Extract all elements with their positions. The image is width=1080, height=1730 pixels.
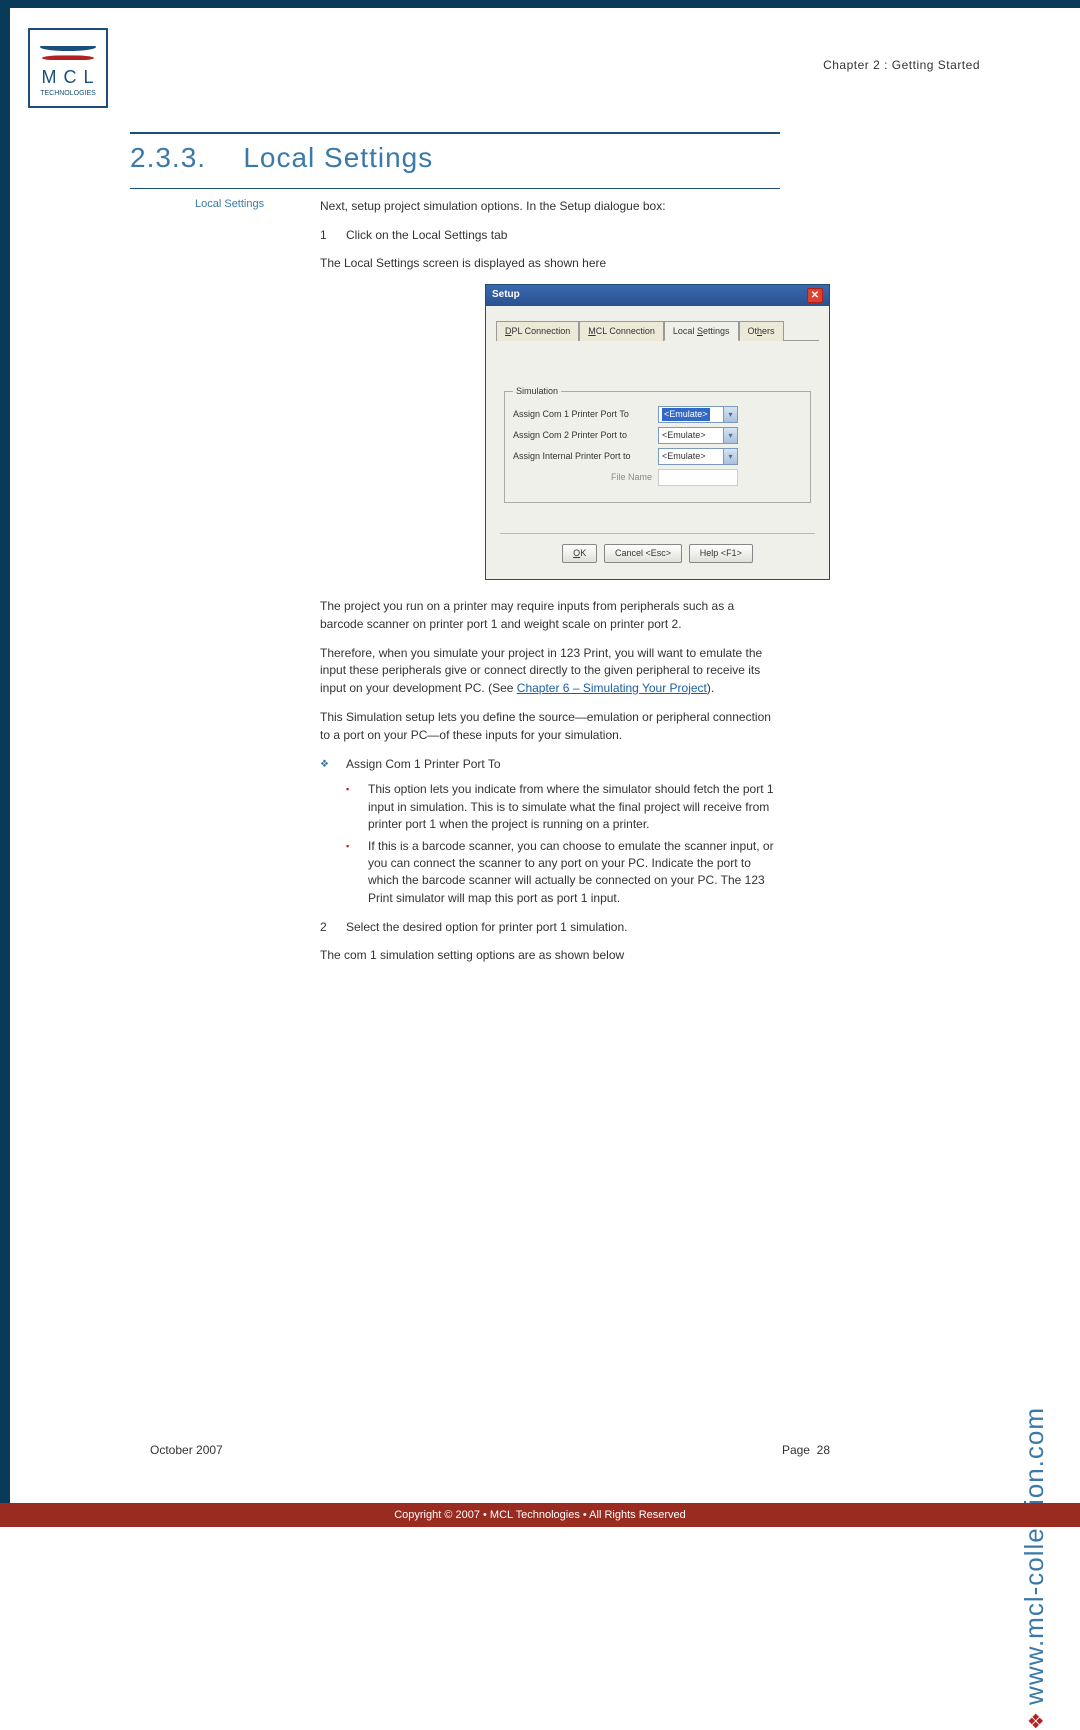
tab-dpl[interactable]: DPL Connection bbox=[496, 321, 579, 341]
content-body: Next, setup project simulation options. … bbox=[320, 198, 775, 976]
simulation-fieldset: Simulation Assign Com 1 Printer Port To … bbox=[504, 391, 811, 503]
bullet-com1-title: Assign Com 1 Printer Port To bbox=[346, 756, 501, 773]
filename-input[interactable] bbox=[658, 469, 738, 486]
para-3: This Simulation setup lets you define th… bbox=[320, 709, 775, 744]
setup-dialog-screenshot: Setup ✕ DPL Connection MCL Connection Lo… bbox=[485, 284, 830, 580]
step-1: 1 Click on the Local Settings tab bbox=[320, 227, 775, 244]
filename-label: File Name bbox=[513, 471, 658, 484]
com2-dropdown[interactable]: <Emulate> ▾ bbox=[658, 427, 738, 444]
left-stripe bbox=[0, 0, 10, 1527]
fieldset-legend: Simulation bbox=[513, 385, 561, 398]
com2-value: <Emulate> bbox=[662, 429, 706, 442]
top-stripe bbox=[0, 0, 1080, 8]
logo-swoosh bbox=[38, 39, 98, 67]
dialog-title: Setup bbox=[492, 288, 520, 303]
diamond-bullet-icon: ❖ bbox=[320, 756, 346, 773]
para-2: Therefore, when you simulate your projec… bbox=[320, 645, 775, 697]
step-2-number: 2 bbox=[320, 919, 346, 936]
help-button[interactable]: Help <F1> bbox=[689, 544, 753, 563]
sub-bullet-2-text: If this is a barcode scanner, you can ch… bbox=[368, 838, 775, 908]
chevron-down-icon: ▾ bbox=[723, 428, 737, 443]
intro-line-2: The Local Settings screen is displayed a… bbox=[320, 255, 775, 272]
com1-value: <Emulate> bbox=[662, 408, 710, 421]
mcl-logo: M C L TECHNOLOGIES bbox=[28, 28, 108, 108]
tab-mcl[interactable]: MCL Connection bbox=[579, 321, 664, 341]
chevron-down-icon: ▾ bbox=[723, 449, 737, 464]
website-url: ❖www.mcl-collection.com bbox=[1019, 1407, 1050, 1730]
dialog-divider bbox=[500, 533, 815, 534]
sub-bullet-1-text: This option lets you indicate from where… bbox=[368, 781, 775, 833]
internal-label: Assign Internal Printer Port to bbox=[513, 450, 658, 463]
side-label: Local Settings bbox=[195, 198, 264, 210]
com1-dropdown[interactable]: <Emulate> ▾ bbox=[658, 406, 738, 423]
sub-bullet-1: ▪ This option lets you indicate from whe… bbox=[346, 781, 775, 833]
tab-others[interactable]: Others bbox=[739, 321, 784, 341]
footer-page: Page 28 bbox=[782, 1443, 830, 1457]
ok-button[interactable]: OK bbox=[562, 544, 597, 563]
logo-sub-text: TECHNOLOGIES bbox=[40, 90, 96, 97]
com1-label: Assign Com 1 Printer Port To bbox=[513, 408, 658, 421]
cancel-button[interactable]: Cancel <Esc> bbox=[604, 544, 682, 563]
step-2: 2 Select the desired option for printer … bbox=[320, 919, 775, 936]
dialog-body: DPL Connection MCL Connection Local Sett… bbox=[486, 306, 829, 579]
tab-local[interactable]: Local Settings bbox=[664, 321, 739, 341]
internal-value: <Emulate> bbox=[662, 450, 706, 463]
page-footer: October 2007 Page 28 bbox=[150, 1443, 830, 1457]
close-icon[interactable]: ✕ bbox=[807, 288, 823, 303]
bullet-com1: ❖ Assign Com 1 Printer Port To bbox=[320, 756, 775, 773]
square-bullet-icon: ▪ bbox=[346, 781, 368, 833]
step-1-number: 1 bbox=[320, 227, 346, 244]
logo-mcl-text: M C L bbox=[41, 67, 94, 88]
section-heading: 2.3.3. Local Settings bbox=[130, 132, 780, 189]
dialog-button-row: OK Cancel <Esc> Help <F1> bbox=[496, 540, 819, 569]
step-2-text: Select the desired option for printer po… bbox=[346, 919, 627, 936]
sub-bullet-2: ▪ If this is a barcode scanner, you can … bbox=[346, 838, 775, 908]
dialog-tabs: DPL Connection MCL Connection Local Sett… bbox=[496, 320, 819, 341]
footer-date: October 2007 bbox=[150, 1443, 223, 1457]
chevron-down-icon: ▾ bbox=[723, 407, 737, 422]
step-1-text: Click on the Local Settings tab bbox=[346, 227, 507, 244]
intro-line-1: Next, setup project simulation options. … bbox=[320, 198, 775, 215]
copyright-bar: Copyright © 2007 • MCL Technologies • Al… bbox=[0, 1503, 1080, 1527]
url-bullet-icon: ❖ bbox=[1026, 1711, 1048, 1730]
chapter-header: Chapter 2 : Getting Started bbox=[823, 58, 980, 72]
para-4: The com 1 simulation setting options are… bbox=[320, 947, 775, 964]
para-1: The project you run on a printer may req… bbox=[320, 598, 775, 633]
section-title: Local Settings bbox=[243, 142, 433, 173]
internal-dropdown[interactable]: <Emulate> ▾ bbox=[658, 448, 738, 465]
square-bullet-icon: ▪ bbox=[346, 838, 368, 908]
chapter6-link[interactable]: Chapter 6 – Simulating Your Project bbox=[517, 681, 707, 695]
com2-label: Assign Com 2 Printer Port to bbox=[513, 429, 658, 442]
section-number: 2.3.3. bbox=[130, 142, 240, 174]
dialog-titlebar: Setup ✕ bbox=[486, 285, 829, 306]
